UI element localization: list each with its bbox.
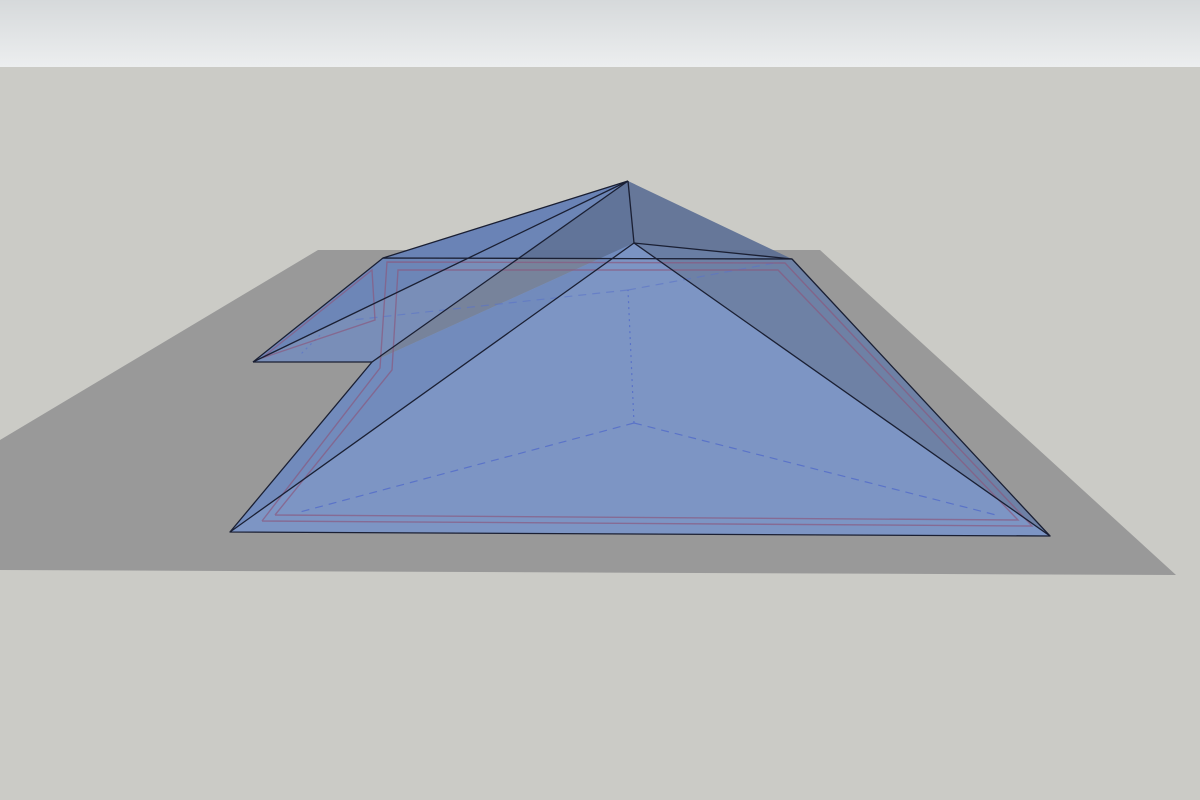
- 3d-model-viewport[interactable]: [0, 0, 1200, 800]
- sky-background: [0, 0, 1200, 67]
- model-canvas[interactable]: [0, 0, 1200, 800]
